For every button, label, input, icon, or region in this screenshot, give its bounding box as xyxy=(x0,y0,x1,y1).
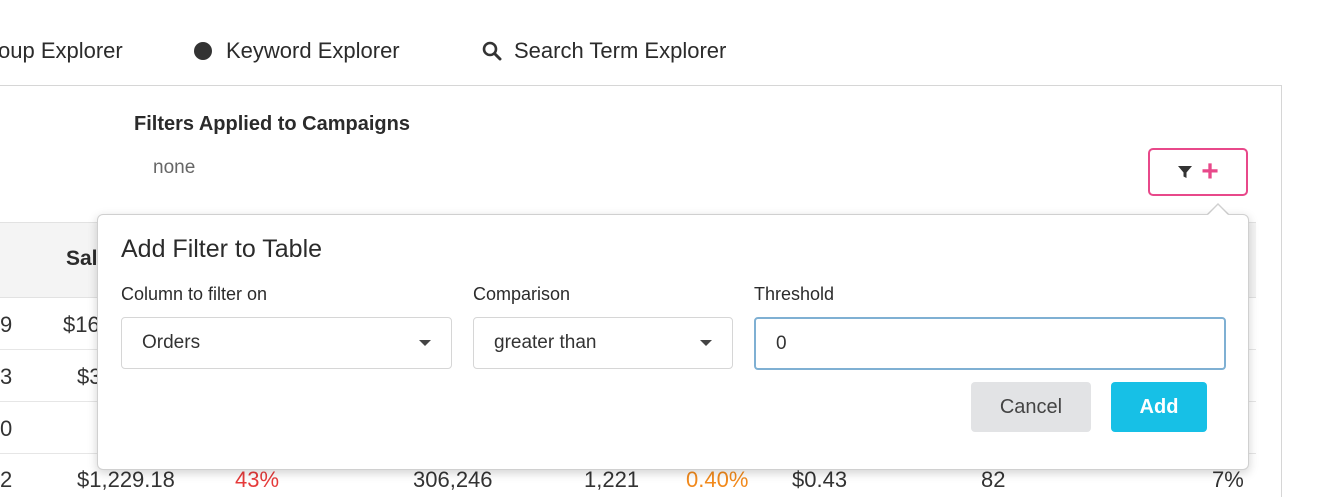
tab-keyword-explorer[interactable]: Keyword Explorer xyxy=(194,36,400,66)
threshold-label: Threshold xyxy=(754,284,835,304)
popover-title: Add Filter to Table xyxy=(121,235,323,263)
table-cell: 3 xyxy=(0,364,13,389)
comparison-select[interactable]: greater than xyxy=(473,317,733,369)
comparison-select-value: greater than xyxy=(494,332,597,353)
tab-search-term-explorer[interactable]: Search Term Explorer xyxy=(482,36,726,66)
column-header-sales: Sal xyxy=(66,247,98,270)
filters-title: Filters Applied to Campaigns xyxy=(134,113,410,135)
column-label: Column to filter on xyxy=(121,284,268,304)
comparison-label: Comparison xyxy=(473,284,571,304)
circle-icon xyxy=(194,42,212,60)
table-cell-orders: 82 xyxy=(981,467,1006,492)
table-cell-rate: 7% xyxy=(1212,467,1244,492)
filter-icon xyxy=(1178,166,1193,178)
table-cell: 9 xyxy=(0,312,13,337)
table-cell: 2 xyxy=(0,467,13,492)
table-cell-sales: $1,229.18 xyxy=(77,467,175,492)
filters-value: none xyxy=(153,157,196,178)
table-cell-clicks: 1,221 xyxy=(584,467,640,492)
add-filter-button[interactable]: + xyxy=(1148,148,1248,196)
table-cell-acos: 43% xyxy=(235,467,280,492)
cancel-button[interactable]: Cancel xyxy=(971,382,1091,432)
table-cell-cpc: $0.43 xyxy=(792,467,848,492)
table-cell-ctr: 0.40% xyxy=(686,467,749,492)
plus-icon: + xyxy=(1201,155,1219,188)
tab-label: oup Explorer xyxy=(0,38,123,63)
tab-label: Search Term Explorer xyxy=(514,38,727,63)
popover-arrow-fill xyxy=(1207,205,1229,216)
table-cell-impressions: 306,246 xyxy=(413,467,493,492)
add-button[interactable]: Add xyxy=(1111,382,1207,432)
tab-ad-group-explorer[interactable]: oup Explorer xyxy=(0,36,123,66)
tab-label: Keyword Explorer xyxy=(226,38,400,63)
table-cell: 0 xyxy=(0,416,13,441)
threshold-input[interactable] xyxy=(754,317,1226,370)
column-select[interactable]: Orders xyxy=(121,317,452,369)
column-select-value: Orders xyxy=(142,332,201,353)
app-root: oup Explorer Keyword Explorer Search Ter… xyxy=(0,0,1328,497)
table-cell: $16 xyxy=(63,312,100,337)
caret-down-icon xyxy=(700,340,712,346)
caret-down-icon xyxy=(419,340,431,346)
search-icon xyxy=(482,41,502,61)
